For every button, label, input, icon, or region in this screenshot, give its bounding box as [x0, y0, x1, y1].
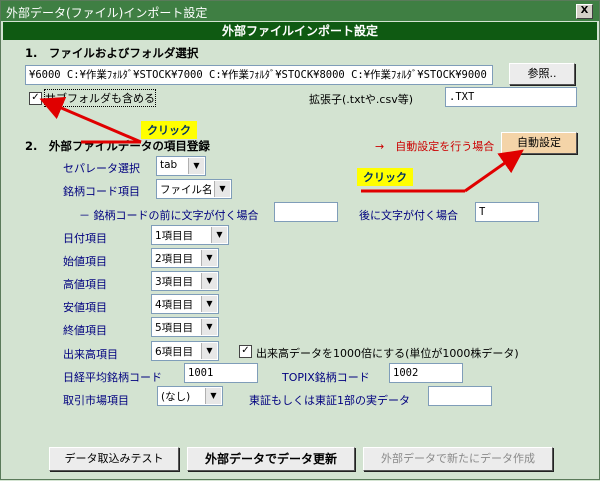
annotation-arrows: [39, 97, 524, 193]
click-callout-1: クリック: [141, 121, 197, 139]
dialog-window: 外部データ(ファイル)インポート設定 X 外部ファイルインポート設定 1. ファ…: [0, 0, 600, 480]
click-callout-2: クリック: [357, 168, 413, 186]
arrow-to-auto-button: [464, 149, 524, 193]
arrow-to-subfolder: [39, 97, 142, 144]
